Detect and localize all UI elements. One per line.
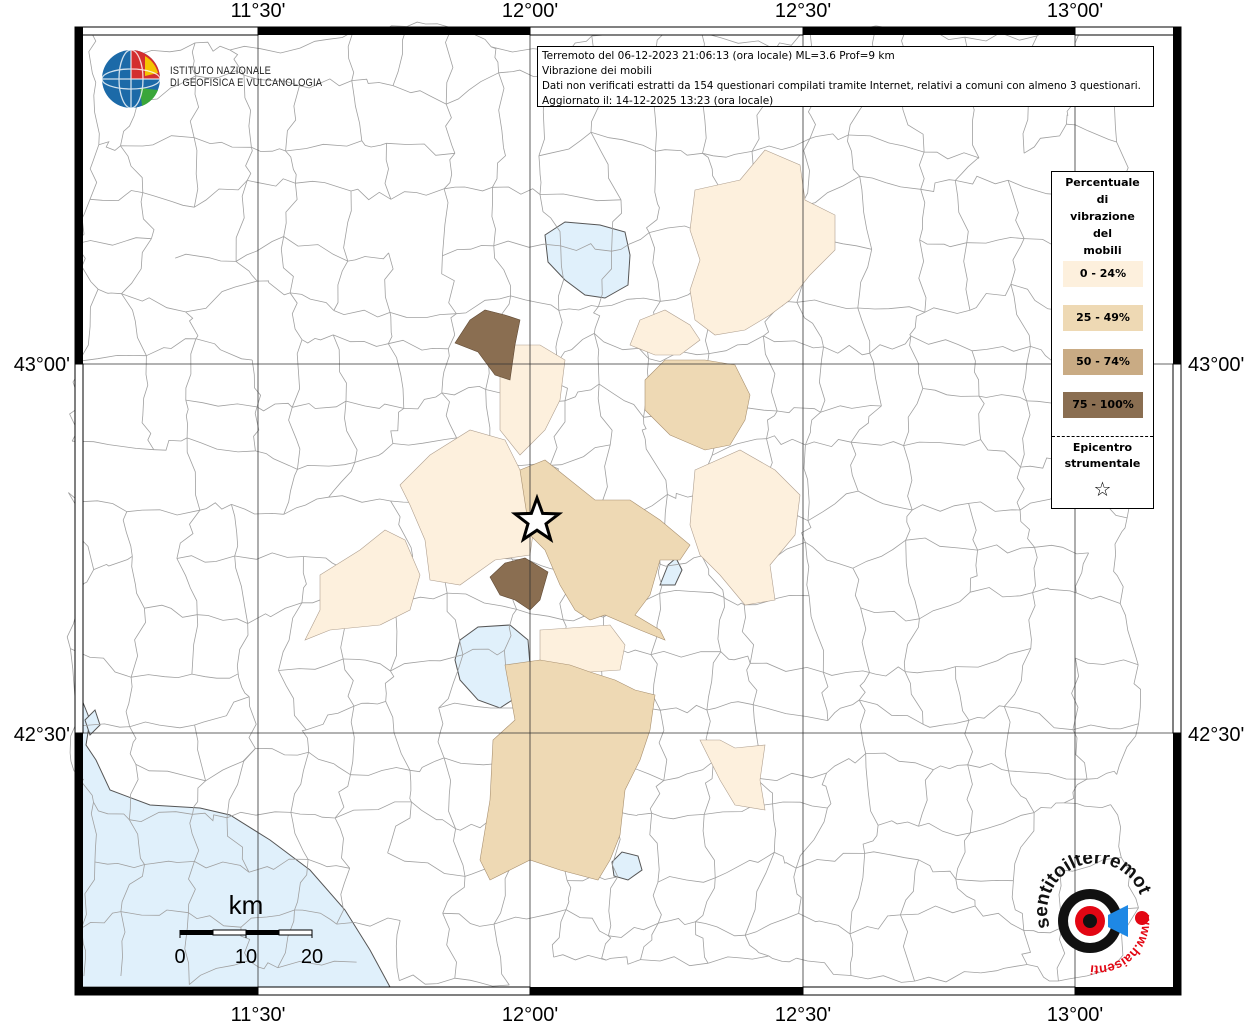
legend-title-line: Percentuale [1065, 176, 1140, 189]
lon-label-bottom-3: 12°30' [775, 1004, 831, 1024]
lon-label-top-2: 12°00' [502, 0, 558, 22]
lon-label-bottom-4: 13°00' [1047, 1004, 1103, 1024]
logo-line-2: DI GEOFISICA E VULCANOLOGIA [170, 77, 323, 89]
legend-item-0-24: 0 - 24% [1063, 261, 1143, 287]
legend-title-line: del [1092, 227, 1113, 240]
legend-item-75-100: 75 - 100% [1063, 392, 1143, 418]
hsit-badge-icon: sentitoilterremoto.it www.haisentito [1024, 839, 1155, 978]
lon-label-top-4: 13°00' [1047, 0, 1103, 22]
legend: Percentuale di vibrazione del mobili 0 -… [1051, 171, 1154, 509]
lat-label-left-2: 42°30' [14, 724, 70, 746]
legend-title: Percentuale di vibrazione del mobili [1052, 174, 1153, 259]
legend-epicenter-line-2: strumentale [1064, 457, 1141, 470]
scale-tick-20: 20 [301, 946, 323, 968]
legend-item-50-74: 50 - 74% [1063, 349, 1143, 375]
scale-tick-0: 0 [174, 946, 185, 968]
legend-star-icon: ☆ [1093, 477, 1112, 501]
ingv-logo: ISTITUTO NAZIONALE DI GEOFISICA E VULCAN… [100, 48, 322, 109]
lon-label-bottom-2: 12°00' [502, 1004, 558, 1024]
event-info-line-2: Vibrazione dei mobili [542, 65, 653, 77]
lon-label-top-1: 11°30' [231, 0, 286, 22]
hsit-logo: sentitoilterremoto.it www.haisentito [1024, 839, 1160, 980]
legend-title-line: mobili [1083, 244, 1122, 257]
legend-title-line: vibrazione [1070, 210, 1135, 223]
legend-item-25-49: 25 - 49% [1063, 305, 1143, 331]
scale-tick-10: 10 [235, 946, 257, 968]
legend-separator [1052, 436, 1153, 437]
legend-epicenter-line-1: Epicentro [1072, 441, 1133, 454]
event-info-line-3: Dati non verificati estratti da 154 ques… [542, 80, 1141, 92]
globe-icon [101, 49, 161, 109]
lon-label-top-3: 12°30' [775, 0, 831, 22]
event-info-box: Terremoto del 06-12-2023 21:06:13 (ora l… [537, 46, 1154, 107]
lat-label-left-1: 43°00' [14, 354, 70, 376]
scale-unit: km [229, 890, 264, 920]
legend-title-line: di [1096, 193, 1109, 206]
lon-label-bottom-1: 11°30' [231, 1004, 286, 1024]
lat-label-right-2: 42°30' [1188, 724, 1244, 746]
logo-line-1: ISTITUTO NAZIONALE [170, 65, 272, 77]
event-info-line-1: Terremoto del 06-12-2023 21:06:13 (ora l… [542, 50, 895, 62]
lat-label-right-1: 43°00' [1188, 354, 1244, 376]
legend-epicenter-label: Epicentro strumentale [1052, 440, 1153, 472]
event-info-line-4: Aggiornato il: 14-12-2025 13:23 (ora loc… [542, 95, 774, 107]
